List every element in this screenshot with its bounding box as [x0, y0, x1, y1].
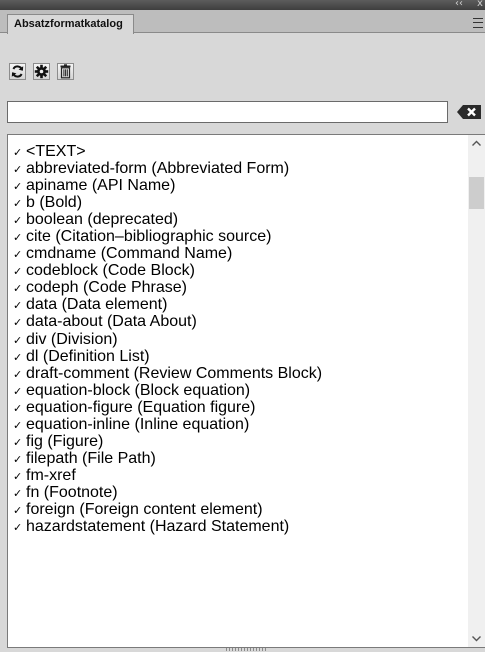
settings-button[interactable] — [33, 63, 50, 80]
delete-unused-button[interactable] — [57, 63, 74, 80]
list-item-label: foreign (Foreign content element) — [26, 500, 263, 518]
refresh-button[interactable] — [9, 63, 26, 80]
scroll-up-button[interactable] — [468, 135, 485, 152]
checkmark-icon: ✓ — [13, 197, 23, 211]
checkmark-icon: ✓ — [13, 418, 23, 432]
checkmark-icon: ✓ — [13, 316, 23, 330]
checkmark-icon: ✓ — [13, 469, 23, 483]
list-item[interactable]: ✓ hazardstatement (Hazard Statement) — [13, 518, 473, 535]
checkmark-icon: ✓ — [13, 299, 23, 313]
search-input[interactable] — [7, 101, 448, 123]
checkmark-icon: ✓ — [13, 231, 23, 245]
list-item[interactable]: ✓ equation-figure (Equation figure) — [13, 399, 473, 416]
list-item[interactable]: ✓ fig (Figure) — [13, 433, 473, 450]
list-item[interactable]: ✓ cmdname (Command Name) — [13, 245, 473, 262]
list-item[interactable]: ✓ codeblock (Code Block) — [13, 262, 473, 279]
checkmark-icon: ✓ — [13, 435, 23, 449]
checkmark-icon: ✓ — [13, 521, 23, 535]
list-item[interactable]: ✓ abbreviated-form (Abbreviated Form) — [13, 160, 473, 177]
list-item-label: dl (Definition List) — [26, 347, 150, 365]
paragraph-format-list[interactable]: ✓ <TEXT> ✓ abbreviated-form (Abbreviated Fo… — [7, 134, 485, 648]
list-item[interactable]: ✓ fn (Footnote) — [13, 484, 473, 501]
list-item[interactable]: ✓ draft-comment (Review Comments Block) — [13, 365, 473, 382]
clear-text-icon — [457, 105, 481, 119]
checkmark-icon: ✓ — [13, 214, 23, 228]
list-item[interactable]: ✓ b (Bold) — [13, 194, 473, 211]
checkmark-icon: ✓ — [13, 503, 23, 517]
vertical-scrollbar[interactable] — [468, 135, 485, 647]
list-item-label: draft-comment (Review Comments Block) — [26, 364, 323, 382]
list-item-label: data-about (Data About) — [26, 313, 197, 331]
list-item-label: apiname (API Name) — [26, 177, 176, 195]
tab-absatzformatkatalog[interactable]: Absatzformatkatalog — [7, 14, 134, 34]
list-item[interactable]: ✓ data (Data element) — [13, 296, 473, 313]
chevron-down-icon — [472, 636, 481, 642]
panel-titlebar[interactable]: ‹‹ x — [0, 0, 485, 10]
list-item[interactable]: ✓ div (Division) — [13, 331, 473, 348]
list-item[interactable]: ✓ fm-xref — [13, 467, 473, 484]
format-list: ✓ <TEXT> ✓ abbreviated-form (Abbreviated Fo… — [8, 135, 473, 535]
resize-grip[interactable] — [226, 648, 266, 651]
checkmark-icon: ✓ — [13, 401, 23, 415]
close-panel-icon[interactable]: x — [477, 0, 483, 10]
list-item-label: b (Bold) — [26, 194, 83, 212]
gear-icon — [34, 64, 49, 79]
scroll-thumb[interactable] — [469, 177, 484, 209]
list-item-label: equation-figure (Equation figure) — [26, 398, 256, 416]
checkmark-icon: ✓ — [13, 180, 23, 194]
delete-unused-icon — [60, 64, 71, 79]
list-item-label: data (Data element) — [26, 296, 168, 314]
panel-menu-icon[interactable] — [473, 18, 483, 28]
checkmark-icon: ✓ — [13, 265, 23, 279]
panel-tabstrip: Absatzformatkatalog — [0, 10, 485, 34]
list-item[interactable]: ✓ codeph (Code Phrase) — [13, 279, 473, 296]
clear-search-button[interactable] — [456, 102, 482, 122]
list-item[interactable]: ✓ apiname (API Name) — [13, 177, 473, 194]
list-item-label: codeph (Code Phrase) — [26, 279, 187, 297]
list-item-label: fm-xref — [26, 466, 76, 484]
list-item-label: equation-inline (Inline equation) — [26, 415, 250, 433]
list-item-label: <TEXT> — [26, 143, 86, 160]
list-item[interactable]: ✓ equation-inline (Inline equation) — [13, 416, 473, 433]
list-item[interactable]: ✓ <TEXT> — [13, 143, 473, 160]
toolbar — [0, 33, 485, 91]
checkmark-icon: ✓ — [13, 384, 23, 398]
list-item[interactable]: ✓ dl (Definition List) — [13, 348, 473, 365]
list-item-label: hazardstatement (Hazard Statement) — [26, 518, 290, 536]
list-item-label: div (Division) — [26, 330, 118, 348]
search-row — [0, 95, 485, 129]
list-item[interactable]: ✓ foreign (Foreign content element) — [13, 501, 473, 518]
list-item-label: filepath (File Path) — [26, 449, 156, 467]
list-item[interactable]: ✓ boolean (deprecated) — [13, 211, 473, 228]
chevron-up-icon — [472, 140, 481, 146]
list-item-label: cmdname (Command Name) — [26, 245, 233, 263]
checkmark-icon: ✓ — [13, 163, 23, 177]
list-item[interactable]: ✓ data-about (Data About) — [13, 313, 473, 330]
checkmark-icon: ✓ — [13, 282, 23, 296]
list-item-label: cite (Citation–bibliographic source) — [26, 228, 272, 246]
list-item[interactable]: ✓ equation-block (Block equation) — [13, 382, 473, 399]
scroll-down-button[interactable] — [468, 630, 485, 647]
checkmark-icon: ✓ — [13, 146, 23, 159]
checkmark-icon: ✓ — [13, 248, 23, 262]
refresh-icon — [11, 65, 24, 78]
list-item-label: codeblock (Code Block) — [26, 262, 195, 280]
list-item-label: equation-block (Block equation) — [26, 381, 251, 399]
list-item[interactable]: ✓ cite (Citation–bibliographic source) — [13, 228, 473, 245]
checkmark-icon: ✓ — [13, 367, 23, 381]
checkmark-icon: ✓ — [13, 333, 23, 347]
collapse-panel-icon[interactable]: ‹‹ — [455, 0, 463, 10]
checkmark-icon: ✓ — [13, 350, 23, 364]
checkmark-icon: ✓ — [13, 486, 23, 500]
list-item-label: boolean (deprecated) — [26, 211, 179, 229]
list-item-label: fn (Footnote) — [26, 483, 118, 501]
list-item[interactable]: ✓ filepath (File Path) — [13, 450, 473, 467]
checkmark-icon: ✓ — [13, 452, 23, 466]
list-item-label: fig (Figure) — [26, 432, 104, 450]
list-item-label: abbreviated-form (Abbreviated Form) — [26, 160, 290, 178]
